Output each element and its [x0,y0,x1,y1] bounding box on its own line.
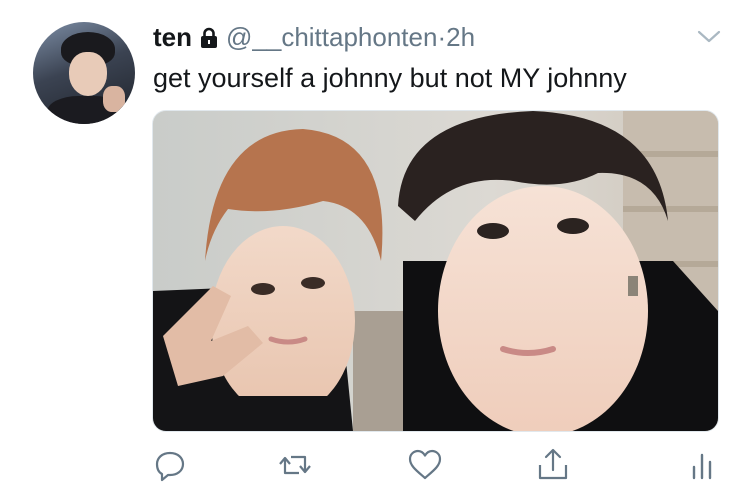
tweet-header: ten @__chittaphonten·2h [153,22,475,52]
analytics-icon[interactable] [682,445,722,485]
display-name[interactable]: ten [153,22,192,52]
retweet-icon[interactable] [275,445,315,485]
avatar-hand [103,86,125,112]
tweet-actions [0,445,750,485]
chevron-down-icon[interactable] [696,28,722,46]
avatar-face [69,52,107,96]
timestamp[interactable]: 2h [446,22,475,52]
photo-illustration [153,111,718,431]
reply-icon[interactable] [150,445,190,485]
lock-icon [198,25,220,48]
tweet-text: get yourself a johnny but not MY johnny [153,63,627,93]
separator-dot: · [437,22,447,52]
heart-icon[interactable] [405,445,445,485]
tweet-photo[interactable] [152,110,719,432]
share-icon[interactable] [533,445,573,485]
avatar[interactable] [33,22,135,124]
user-handle[interactable]: @__chittaphonten [226,22,437,52]
